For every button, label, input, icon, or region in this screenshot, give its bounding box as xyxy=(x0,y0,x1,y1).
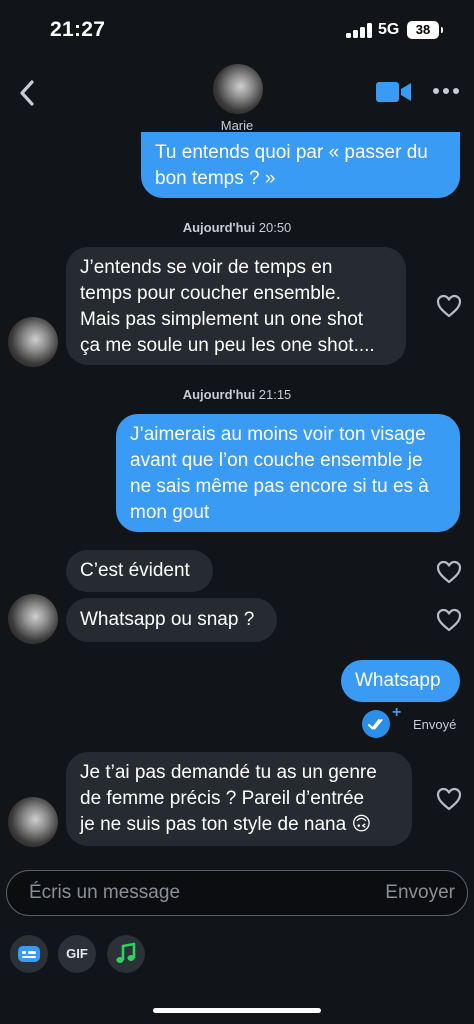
timestamp: Aujourd'hui 21:15 xyxy=(0,387,474,402)
message-bubble-outgoing[interactable]: Whatsapp xyxy=(341,660,460,702)
message-line: Whatsapp xyxy=(355,670,441,691)
like-button[interactable] xyxy=(436,787,462,811)
chat-header: Marie xyxy=(0,60,474,140)
gif-button[interactable]: GIF xyxy=(58,935,96,973)
timestamp-day: Aujourd'hui xyxy=(182,387,256,402)
sender-avatar[interactable] xyxy=(8,317,58,367)
message-line: C’est évident xyxy=(80,560,190,581)
message-bubble-incoming[interactable]: J’entends se voir de temps en temps pour… xyxy=(66,247,406,365)
message-line: J’entends se voir de temps en xyxy=(80,257,333,278)
signal-icon xyxy=(346,23,372,38)
message-line: temps pour coucher ensemble. xyxy=(80,283,341,304)
status-time: 21:27 xyxy=(50,18,106,41)
message-bubble-incoming[interactable]: Je t’ai pas demandé tu as un genre de fe… xyxy=(66,752,412,846)
message-composer[interactable]: Écris un message Envoyer xyxy=(6,870,468,916)
message-line: ne sais même pas encore si tu es à xyxy=(130,476,429,497)
message-bubble-outgoing[interactable]: J’aimerais au moins voir ton visage avan… xyxy=(116,414,460,532)
message-line: Tu entends quoi par « passer du xyxy=(155,142,428,163)
more-dots-icon xyxy=(433,88,439,94)
chevron-left-icon xyxy=(20,80,34,106)
timestamp-time: 21:15 xyxy=(258,387,292,402)
double-check-icon xyxy=(362,710,390,738)
message-bubble-incoming[interactable]: C’est évident xyxy=(66,550,213,592)
delivery-status: + Envoyé xyxy=(360,704,464,738)
message-line: ça me soule un peu les one shot.... xyxy=(80,335,375,356)
message-input[interactable]: Écris un message xyxy=(29,882,180,904)
message-line: mon gout xyxy=(130,502,210,523)
delivery-status-label: Envoyé xyxy=(413,717,457,732)
send-button[interactable]: Envoyer xyxy=(385,882,455,904)
message-line: Je t’ai pas demandé tu as un genre xyxy=(80,762,377,783)
timestamp-day: Aujourd'hui xyxy=(182,220,256,235)
message-line: Mais pas simplement un one shot xyxy=(80,309,364,330)
timestamp-time: 20:50 xyxy=(258,220,292,235)
heart-outline-icon xyxy=(436,608,462,632)
like-button[interactable] xyxy=(436,608,462,632)
back-button[interactable] xyxy=(14,75,44,111)
home-indicator[interactable] xyxy=(153,1008,321,1013)
message-line: avant que l’on couche ensemble je xyxy=(130,450,423,471)
message-line: je ne suis pas ton style de nana 🙃 xyxy=(80,814,372,835)
message-line: J’aimerais au moins voir ton visage xyxy=(130,424,426,445)
music-note-icon xyxy=(116,942,136,963)
gif-label: GIF xyxy=(66,946,88,961)
like-button[interactable] xyxy=(436,560,462,584)
message-bubble-outgoing[interactable]: Tu entends quoi par « passer du bon temp… xyxy=(141,132,460,198)
contact-name[interactable]: Marie xyxy=(0,118,474,133)
timestamp: Aujourd'hui 20:50 xyxy=(0,220,474,235)
heart-outline-icon xyxy=(436,787,462,811)
message-bubble-incoming[interactable]: Whatsapp ou snap ? xyxy=(66,598,277,642)
music-button[interactable] xyxy=(107,935,145,973)
sticker-button[interactable] xyxy=(10,935,48,973)
plus-icon: + xyxy=(392,704,402,721)
contact-avatar[interactable] xyxy=(213,64,263,114)
message-line: Whatsapp ou snap ? xyxy=(80,609,255,630)
sticker-icon xyxy=(18,946,40,962)
video-camera-icon xyxy=(376,82,411,102)
message-line: bon temps ? » xyxy=(155,168,276,189)
status-bar: 21:27 5G 38 xyxy=(0,0,474,60)
network-type: 5G xyxy=(378,21,400,38)
like-button[interactable] xyxy=(436,294,462,318)
video-call-button[interactable] xyxy=(376,80,412,104)
sender-avatar[interactable] xyxy=(8,594,58,644)
heart-outline-icon xyxy=(436,294,462,318)
sender-avatar[interactable] xyxy=(8,797,58,847)
more-options-button[interactable] xyxy=(433,86,461,96)
heart-outline-icon xyxy=(436,560,462,584)
battery-icon: 38 xyxy=(407,21,443,39)
message-line: de femme précis ? Pareil d’entrée xyxy=(80,788,365,809)
